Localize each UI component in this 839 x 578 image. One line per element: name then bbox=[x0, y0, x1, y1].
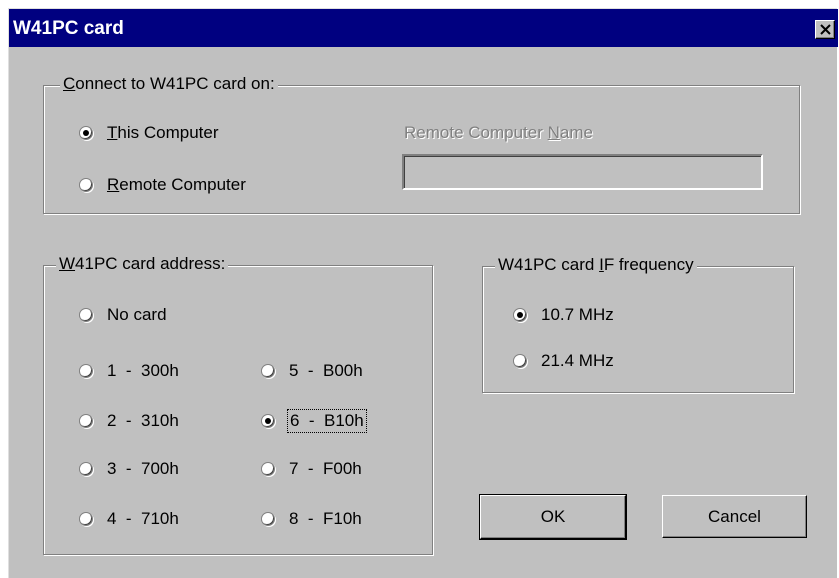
radio-address-2[interactable]: 2 - 310h bbox=[79, 411, 179, 431]
address-group-legend: W41PC card address: bbox=[56, 254, 229, 274]
radio-button[interactable] bbox=[79, 308, 93, 322]
radio-button[interactable] bbox=[261, 414, 275, 428]
radio-address-4[interactable]: 4 - 710h bbox=[79, 509, 179, 529]
radio-address-3[interactable]: 3 - 700h bbox=[79, 459, 179, 479]
radio-address-1[interactable]: 1 - 300h bbox=[79, 361, 179, 381]
remote-computer-name-input[interactable] bbox=[402, 154, 763, 190]
window-title: W41PC card bbox=[13, 18, 124, 39]
radio-label: 1 - 300h bbox=[107, 361, 179, 380]
cancel-label: Cancel bbox=[708, 506, 761, 526]
radio-button[interactable] bbox=[79, 512, 93, 526]
radio-button[interactable] bbox=[79, 414, 93, 428]
radio-label: No card bbox=[107, 305, 167, 324]
radio-button[interactable] bbox=[79, 364, 93, 378]
close-icon bbox=[820, 24, 831, 35]
if-frequency-group: W41PC card IF frequency bbox=[482, 255, 794, 393]
radio-label: 10.7 MHz bbox=[541, 305, 614, 324]
radio-label: 2 - 310h bbox=[107, 411, 179, 430]
radio-label: 8 - F10h bbox=[289, 509, 362, 528]
radio-label: 4 - 710h bbox=[107, 509, 179, 528]
radio-button[interactable] bbox=[513, 354, 527, 368]
radio-label: 5 - B00h bbox=[289, 361, 363, 380]
radio-label: 21.4 MHz bbox=[541, 351, 614, 370]
radio-address-5[interactable]: 5 - B00h bbox=[261, 361, 363, 381]
radio-remote-computer[interactable]: Remote Computer bbox=[79, 175, 246, 195]
radio-button[interactable] bbox=[261, 512, 275, 526]
radio-no-card[interactable]: No card bbox=[79, 305, 167, 325]
if-frequency-legend: W41PC card IF frequency bbox=[495, 255, 697, 275]
radio-address-6[interactable]: 6 - B10h bbox=[261, 409, 367, 433]
radio-label: 3 - 700h bbox=[107, 459, 179, 478]
radio-button[interactable] bbox=[79, 126, 93, 140]
radio-address-7[interactable]: 7 - F00h bbox=[261, 459, 362, 479]
radio-button[interactable] bbox=[261, 364, 275, 378]
ok-label: OK bbox=[540, 507, 566, 526]
connect-group-legend: Connect to W41PC card on: bbox=[60, 74, 278, 94]
radio-label: 7 - F00h bbox=[289, 459, 362, 478]
radio-button[interactable] bbox=[261, 462, 275, 476]
radio-freq-10-7[interactable]: 10.7 MHz bbox=[513, 305, 614, 325]
radio-button[interactable] bbox=[513, 308, 527, 322]
ok-button[interactable]: OK bbox=[479, 494, 627, 540]
cancel-button[interactable]: Cancel bbox=[662, 495, 807, 538]
close-button[interactable] bbox=[815, 20, 835, 39]
radio-freq-21-4[interactable]: 21.4 MHz bbox=[513, 351, 614, 371]
radio-label: This Computer bbox=[107, 123, 219, 142]
radio-this-computer[interactable]: This Computer bbox=[79, 123, 219, 143]
radio-button[interactable] bbox=[79, 178, 93, 192]
radio-button[interactable] bbox=[79, 462, 93, 476]
remote-computer-name-label: Remote Computer Name bbox=[404, 123, 593, 142]
w41pc-dialog: W41PC card Connect to W41PC card on: Thi… bbox=[8, 8, 838, 578]
title-bar[interactable]: W41PC card bbox=[9, 9, 838, 47]
radio-label: Remote Computer bbox=[107, 175, 246, 194]
radio-address-8[interactable]: 8 - F10h bbox=[261, 509, 362, 529]
radio-label: 6 - B10h bbox=[287, 409, 367, 433]
